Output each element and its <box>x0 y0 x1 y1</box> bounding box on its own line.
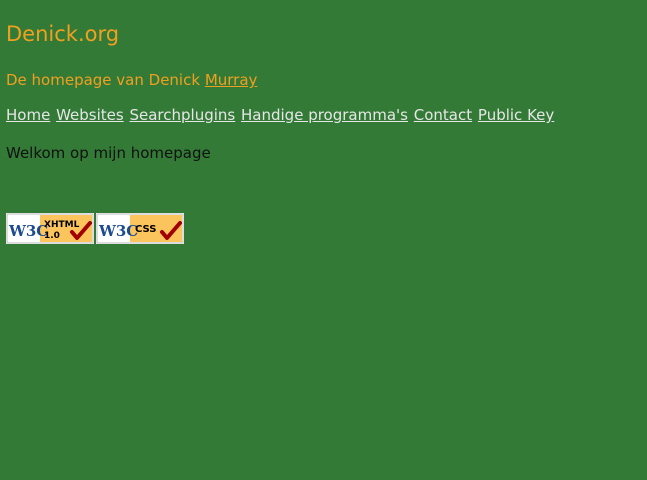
css-badge-icon: W3C CSS <box>96 213 184 244</box>
xhtml-label: XHTML <box>44 220 80 230</box>
nav-home[interactable]: Home <box>6 106 50 124</box>
author-link[interactable]: Murray <box>205 71 258 89</box>
nav-handige-programmas[interactable]: Handige programma's <box>241 106 408 124</box>
nav-public-key[interactable]: Public Key <box>478 106 554 124</box>
subtitle-text: De homepage van Denick <box>6 71 205 89</box>
xhtml-version: 1.0 <box>44 231 60 241</box>
nav-websites[interactable]: Websites <box>56 106 124 124</box>
validation-badges: W3C XHTML 1.0 W3C CSS <box>6 213 184 244</box>
w3c-logo-text: W3C <box>98 222 138 240</box>
nav-searchplugins[interactable]: Searchplugins <box>129 106 235 124</box>
site-subtitle: De homepage van Denick Murray <box>6 70 257 90</box>
xhtml-badge-icon: W3C XHTML 1.0 <box>6 213 94 244</box>
main-nav: Home Websites Searchplugins Handige prog… <box>6 105 555 125</box>
site-title: Denick.org <box>6 22 120 46</box>
nav-contact[interactable]: Contact <box>414 106 472 124</box>
css-label: CSS <box>135 224 156 235</box>
valid-css-badge[interactable]: W3C CSS <box>96 213 184 244</box>
welcome-text: Welkom op mijn homepage <box>6 144 211 162</box>
page: Denick.org De homepage van Denick Murray… <box>0 0 647 480</box>
w3c-logo-text: W3C <box>8 222 48 240</box>
valid-xhtml-badge[interactable]: W3C XHTML 1.0 <box>6 213 94 244</box>
